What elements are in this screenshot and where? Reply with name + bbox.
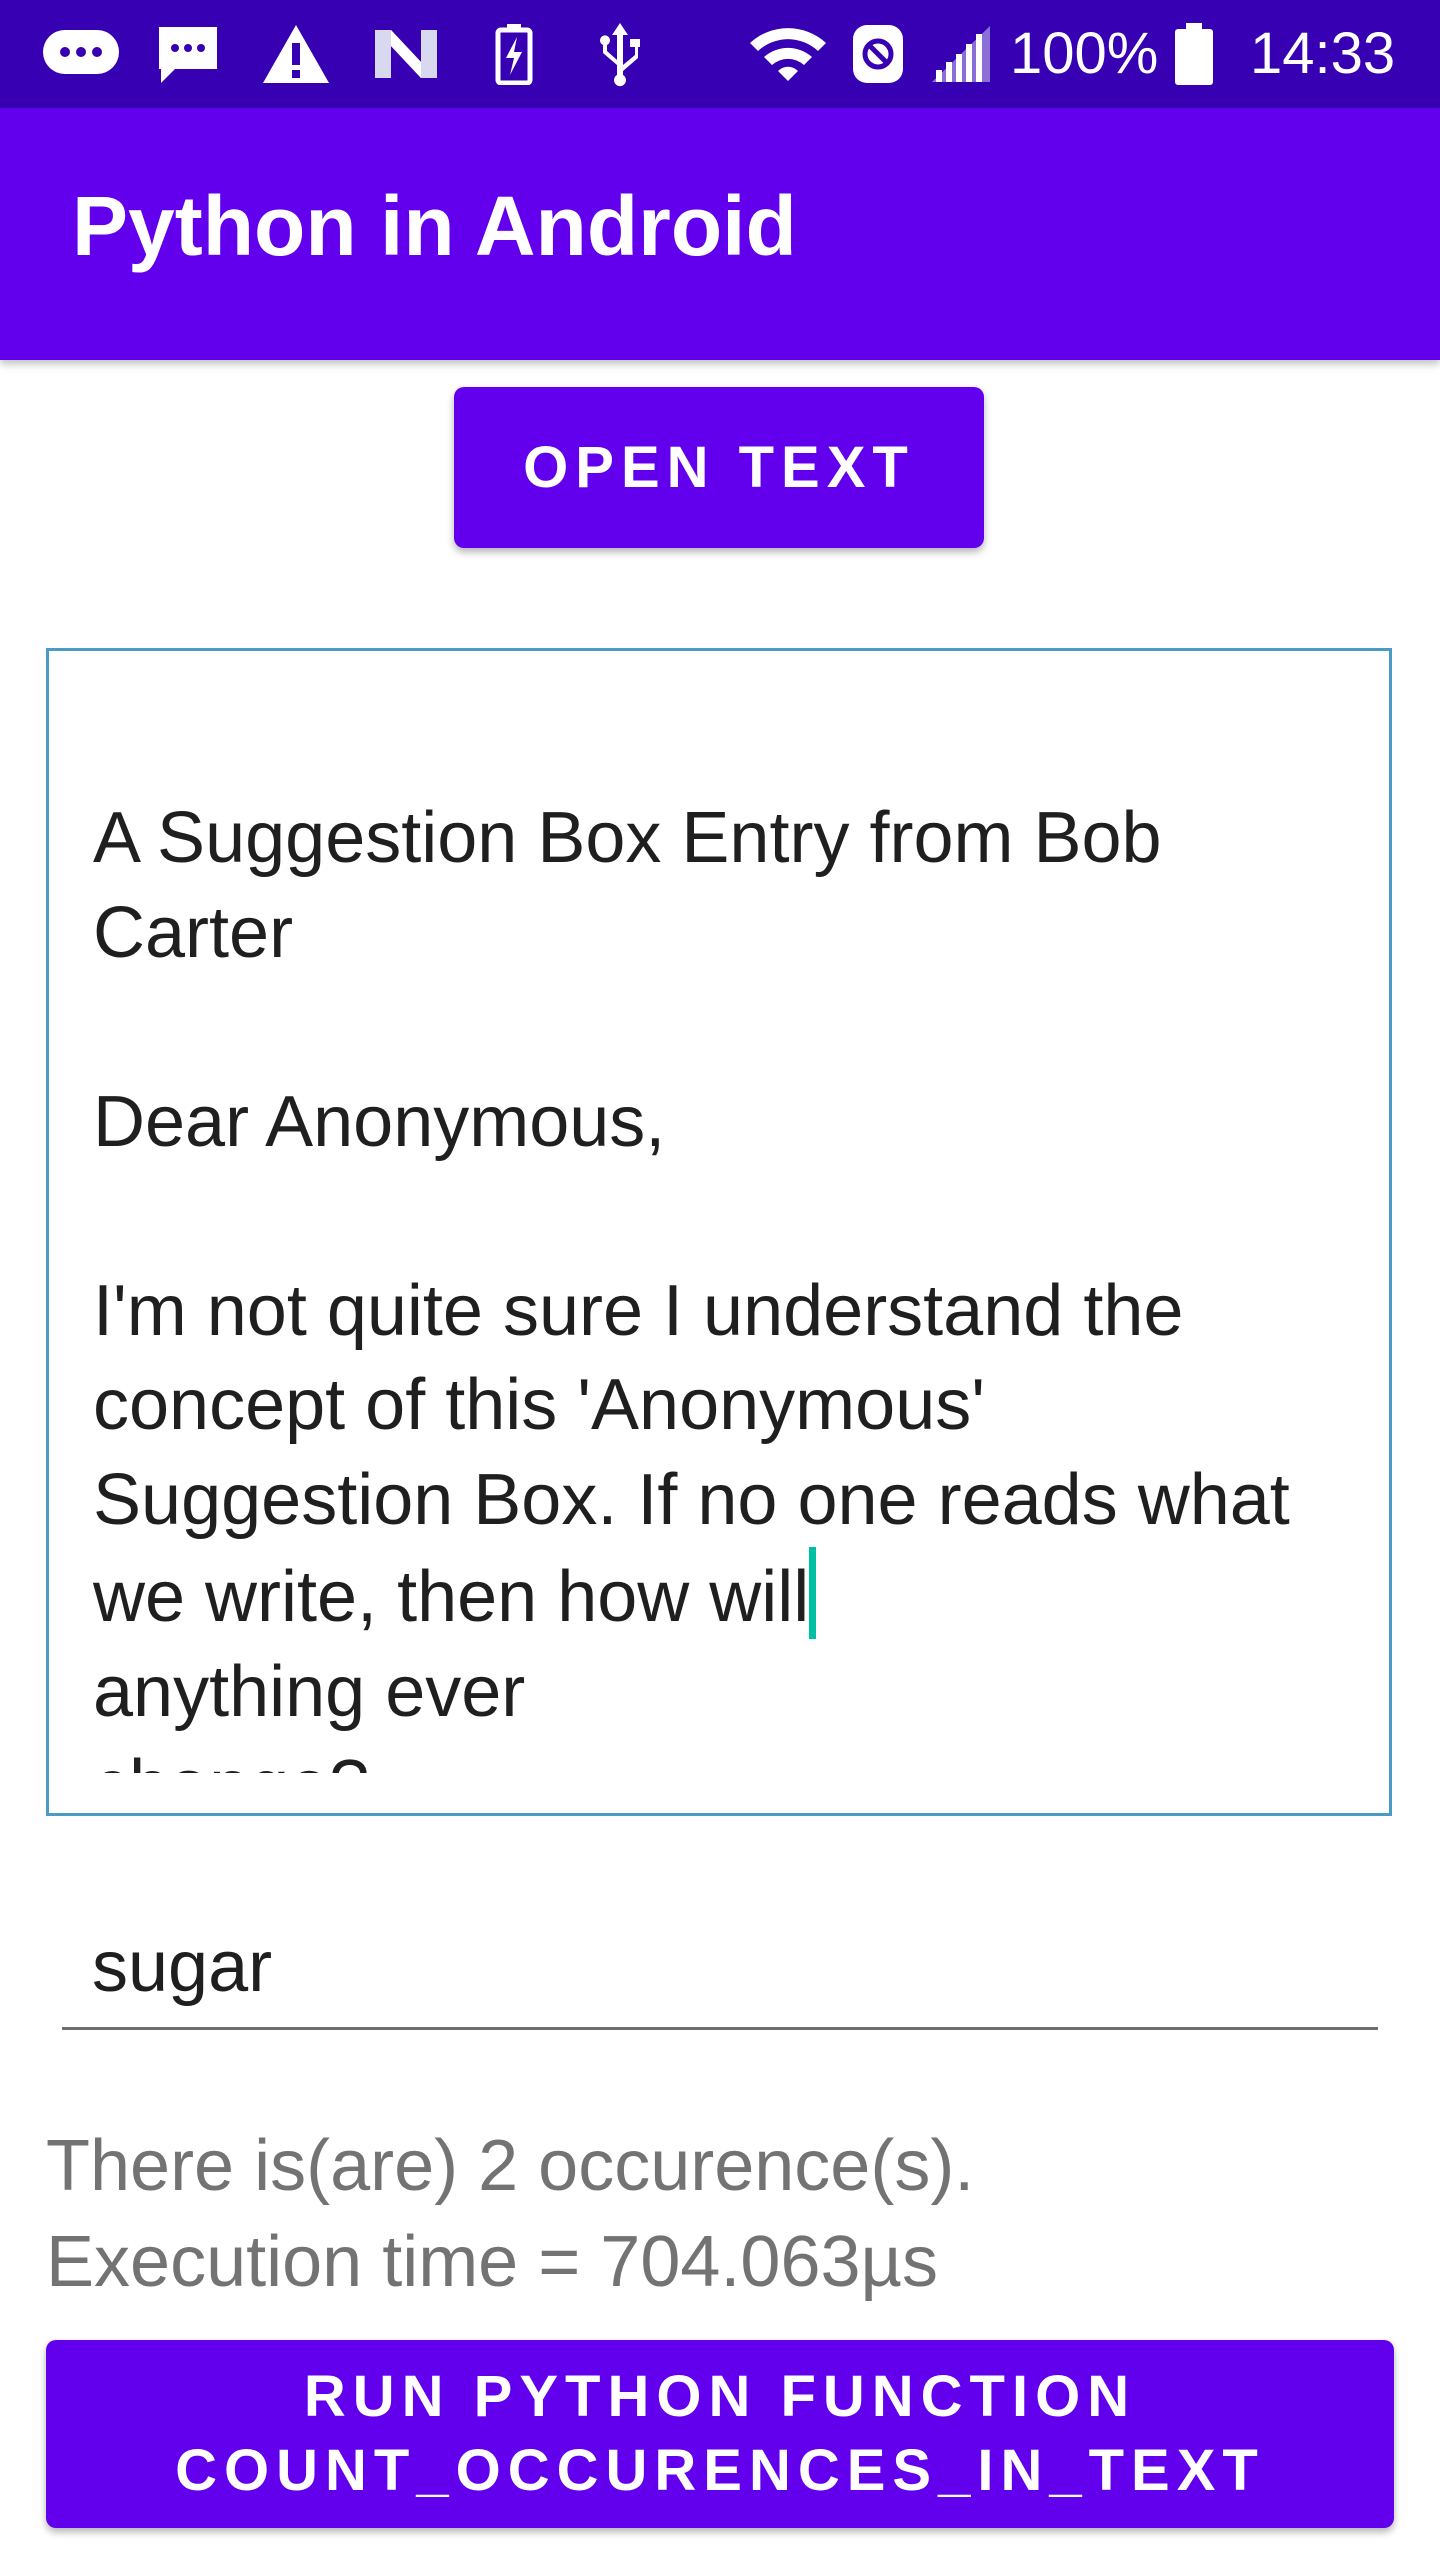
result-execution-time: Execution time = 704.063µs [46, 2222, 939, 2302]
battery-icon [1170, 22, 1218, 86]
app-bar: Python in Android [0, 108, 1440, 360]
run-button-label-line2: COUNT_OCCURENCES_IN_TEXT [175, 2438, 1265, 2503]
search-input-value: sugar [92, 1927, 273, 2007]
messenger-icon [38, 22, 124, 86]
open-text-button[interactable]: OPEN TEXT [454, 387, 984, 548]
text-editor-content[interactable]: A Suggestion Box Entry from Bob Carter D… [93, 791, 1349, 1773]
result-occurrences: There is(are) 2 occurence(s). [46, 2126, 975, 2206]
warning-icon [258, 22, 334, 86]
app-title: Python in Android [72, 179, 797, 273]
battery-charging-icon [488, 22, 540, 86]
wifi-icon [746, 22, 830, 86]
battery-percent: 100% [1010, 21, 1159, 86]
result-text: There is(are) 2 occurence(s). Execution … [46, 2118, 1392, 2310]
status-bar: 100% 14:33 [0, 0, 1440, 108]
message-icon [152, 22, 224, 86]
run-python-function-button[interactable]: RUN PYTHON FUNCTION COUNT_OCCURENCES_IN_… [46, 2340, 1394, 2528]
search-input[interactable]: sugar [62, 1900, 1378, 2030]
n-app-icon [368, 22, 444, 86]
data-saver-icon [850, 22, 906, 86]
text-editor[interactable]: A Suggestion Box Entry from Bob Carter D… [46, 648, 1392, 1816]
text-before-caret: A Suggestion Box Entry from Bob Carter D… [93, 798, 1290, 1637]
signal-icon [928, 22, 994, 86]
run-button-label-line1: RUN PYTHON FUNCTION [303, 2364, 1137, 2429]
clock: 14:33 [1250, 21, 1396, 86]
usb-icon [588, 22, 652, 87]
text-after-caret: anything ever change? [93, 1651, 526, 1774]
text-caret [809, 1547, 817, 1639]
